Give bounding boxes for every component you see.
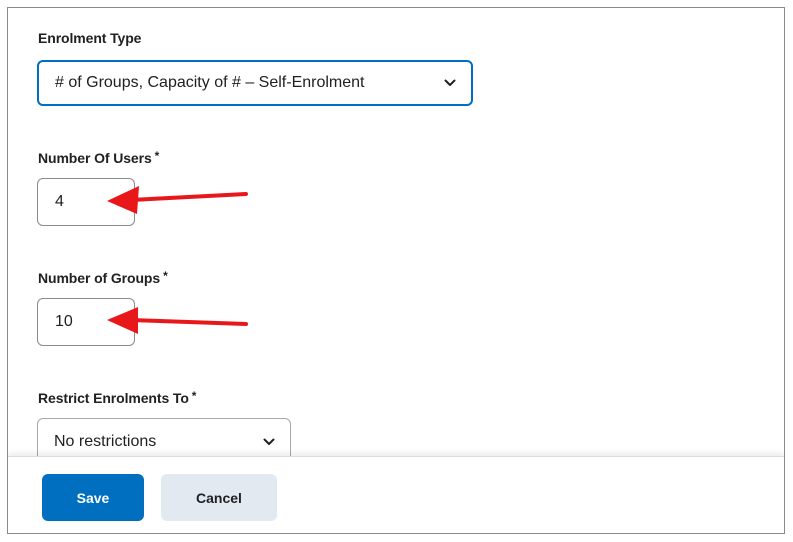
number-of-users-label: Number Of Users * — [38, 149, 160, 166]
number-of-groups-label: Number of Groups * — [38, 269, 168, 286]
form-footer: Save Cancel — [8, 456, 784, 533]
red-arrow-icon — [107, 307, 248, 334]
enrolment-type-value: # of Groups, Capacity of # – Self-Enrolm… — [55, 74, 365, 91]
required-marker: * — [191, 389, 197, 403]
chevron-down-icon — [441, 74, 459, 92]
enrolment-type-select[interactable]: # of Groups, Capacity of # – Self-Enrolm… — [37, 60, 473, 106]
number-of-groups-value: 10 — [55, 313, 73, 330]
required-marker: * — [154, 149, 160, 163]
required-marker: * — [163, 269, 168, 283]
cancel-button[interactable]: Cancel — [161, 474, 277, 521]
restrict-enrolments-value: No restrictions — [54, 433, 157, 450]
enrolment-type-label: Enrolment Type — [38, 30, 142, 46]
form-panel: Enrolment Type # of Groups, Capacity of … — [7, 7, 785, 534]
red-arrow-icon — [107, 186, 248, 214]
chevron-down-icon — [260, 433, 278, 451]
number-of-users-value: 4 — [55, 193, 64, 210]
restrict-enrolments-label: Restrict Enrolments To * — [38, 389, 197, 406]
save-button[interactable]: Save — [42, 474, 144, 521]
